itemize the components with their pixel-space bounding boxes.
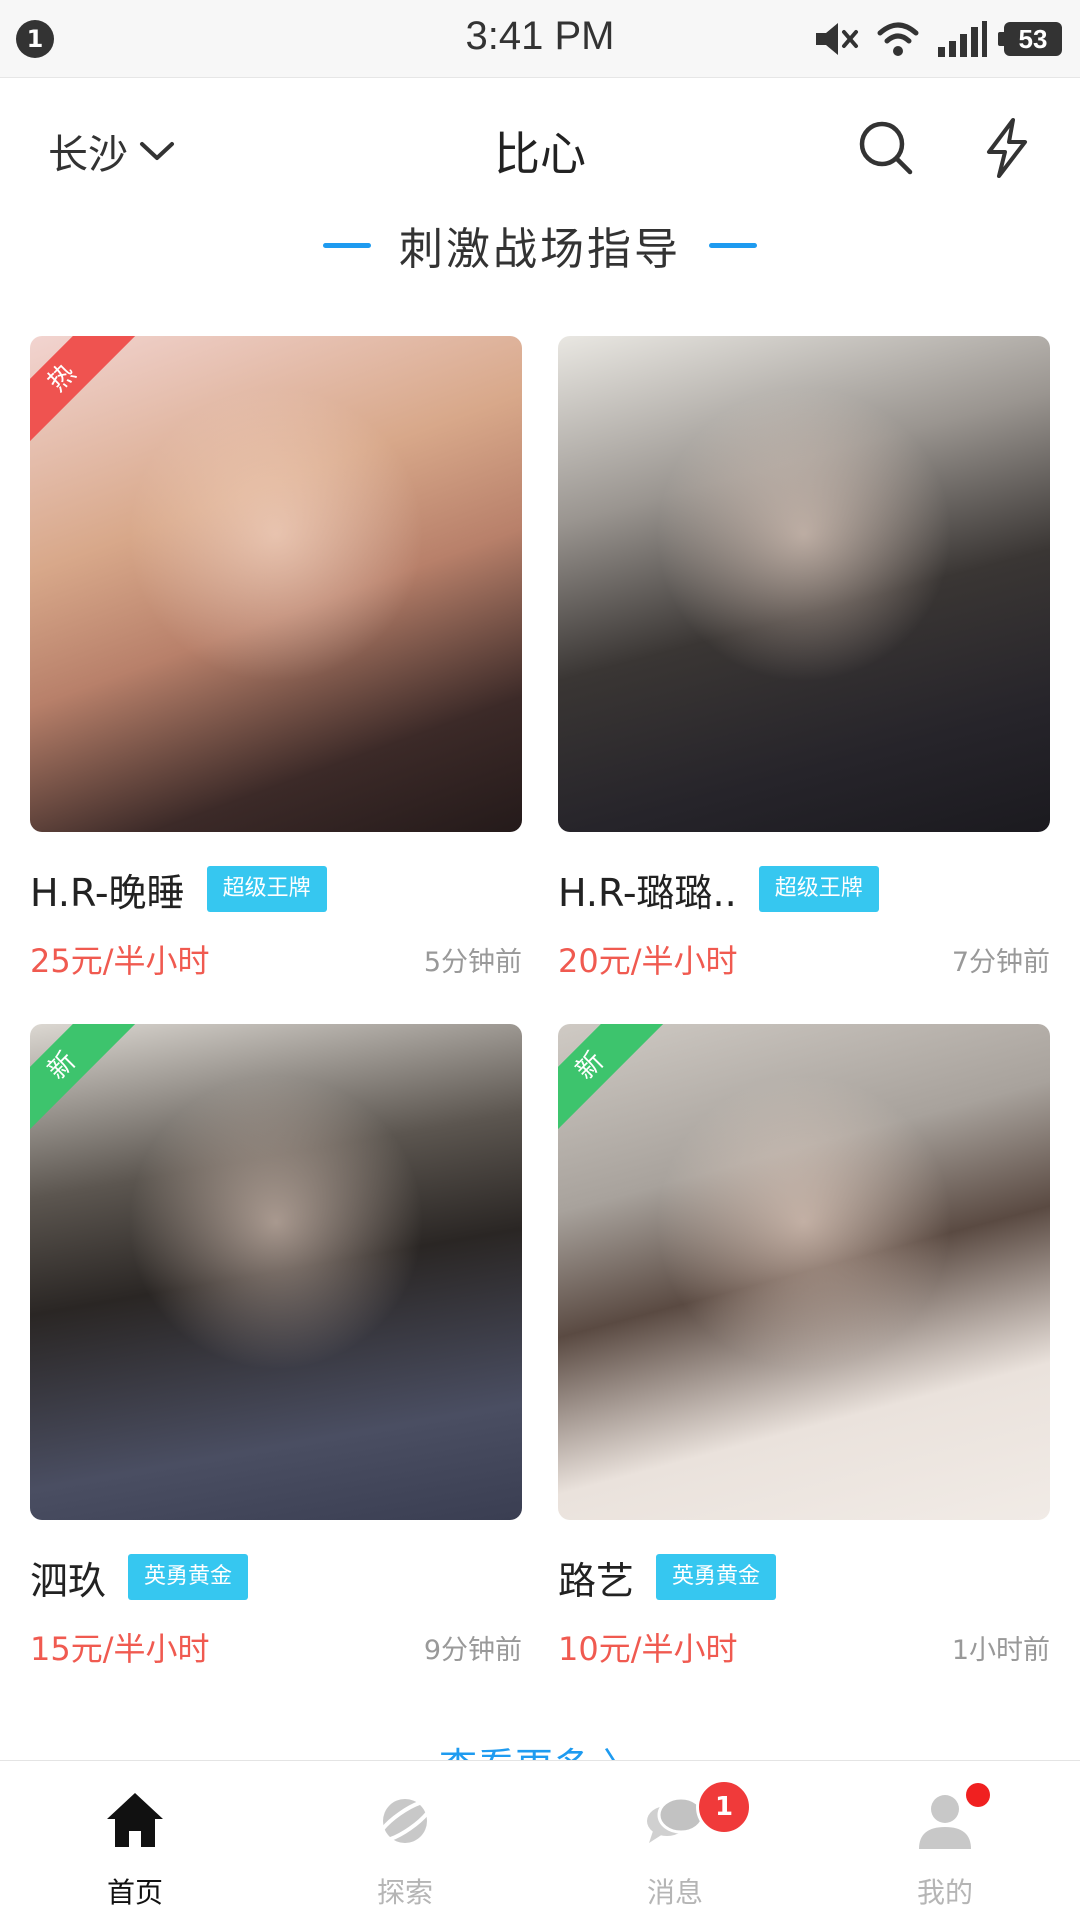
unread-dot [966, 1783, 990, 1807]
wifi-icon [877, 22, 919, 56]
card-name-row: 路艺 英勇黄金 [558, 1552, 777, 1603]
last-active-time: 9分钟前 [423, 1635, 522, 1666]
player-card[interactable]: 热 H.R-晚睡 超级王牌 25元/半小时 5分钟前 [30, 336, 522, 980]
nav-item-messages[interactable]: 消息 1 [540, 1761, 810, 1920]
nav-item-profile[interactable]: 我的 [810, 1761, 1080, 1920]
last-active-time: 5分钟前 [423, 947, 522, 978]
nav-label: 探索 [376, 1876, 433, 1909]
search-icon[interactable] [854, 116, 918, 180]
last-active-time: 7分钟前 [951, 947, 1050, 978]
rank-badge: 超级王牌 [758, 866, 879, 912]
nav-label: 我的 [916, 1876, 973, 1909]
nav-label: 消息 [646, 1876, 703, 1909]
rank-badge: 超级王牌 [206, 866, 327, 912]
section-title: 刺激战场指导 [399, 224, 681, 275]
rank-badge: 英勇黄金 [128, 1554, 249, 1600]
section-heading: 刺激战场指导 [0, 212, 1080, 278]
lightning-icon[interactable] [975, 116, 1039, 180]
player-photo[interactable] [558, 336, 1050, 832]
mute-icon [816, 23, 858, 55]
nav-item-explore[interactable]: 探索 [270, 1761, 540, 1920]
player-card[interactable]: 新 泗玖 英勇黄金 15元/半小时 9分钟前 [30, 1024, 522, 1668]
message-count-badge: 1 [696, 1779, 752, 1835]
last-active-time: 1小时前 [951, 1635, 1050, 1666]
battery-icon: 53 [998, 22, 1062, 56]
player-price: 15元/半小时 [30, 1630, 210, 1668]
signal-icon [938, 21, 987, 57]
photo-highlight [30, 1024, 522, 1520]
nav-label: 首页 [106, 1876, 163, 1909]
player-card[interactable]: H.R-璐璐.. 超级王牌 20元/半小时 7分钟前 [558, 336, 1050, 980]
player-name: 路艺 [558, 1558, 635, 1603]
player-name: H.R-晚睡 [30, 870, 185, 915]
player-photo[interactable]: 热 [30, 336, 522, 832]
rank-badge: 英勇黄金 [656, 1554, 777, 1600]
heading-dash-right [709, 242, 757, 248]
status-icons: 53 [812, 14, 1062, 64]
player-price: 10元/半小时 [558, 1630, 738, 1668]
player-name: 泗玖 [30, 1558, 107, 1603]
app-title: 比心 [494, 127, 586, 181]
planet-icon [376, 1799, 434, 1843]
status-bar: 1 3:41 PM 53 [0, 0, 1080, 78]
card-name-row: 泗玖 英勇黄金 [30, 1552, 249, 1603]
heading-dash-left [323, 242, 371, 248]
player-card[interactable]: 新 路艺 英勇黄金 10元/半小时 1小时前 [558, 1024, 1050, 1668]
player-name: H.R-璐璐.. [558, 870, 737, 915]
bottom-nav: 首页 探索 消息 1 我的 [0, 1760, 1080, 1920]
player-photo[interactable]: 新 [30, 1024, 522, 1520]
player-photo[interactable]: 新 [558, 1024, 1050, 1520]
photo-highlight [558, 336, 1050, 832]
home-icon [107, 1793, 163, 1847]
nav-item-home[interactable]: 首页 [0, 1761, 270, 1920]
player-price: 25元/半小时 [30, 942, 210, 980]
player-price: 20元/半小时 [558, 942, 738, 980]
photo-highlight [30, 336, 522, 832]
card-name-row: H.R-璐璐.. 超级王牌 [558, 864, 879, 915]
app-header: 长沙 比心 [0, 78, 1080, 228]
photo-highlight [558, 1024, 1050, 1520]
card-name-row: H.R-晚睡 超级王牌 [30, 864, 327, 915]
